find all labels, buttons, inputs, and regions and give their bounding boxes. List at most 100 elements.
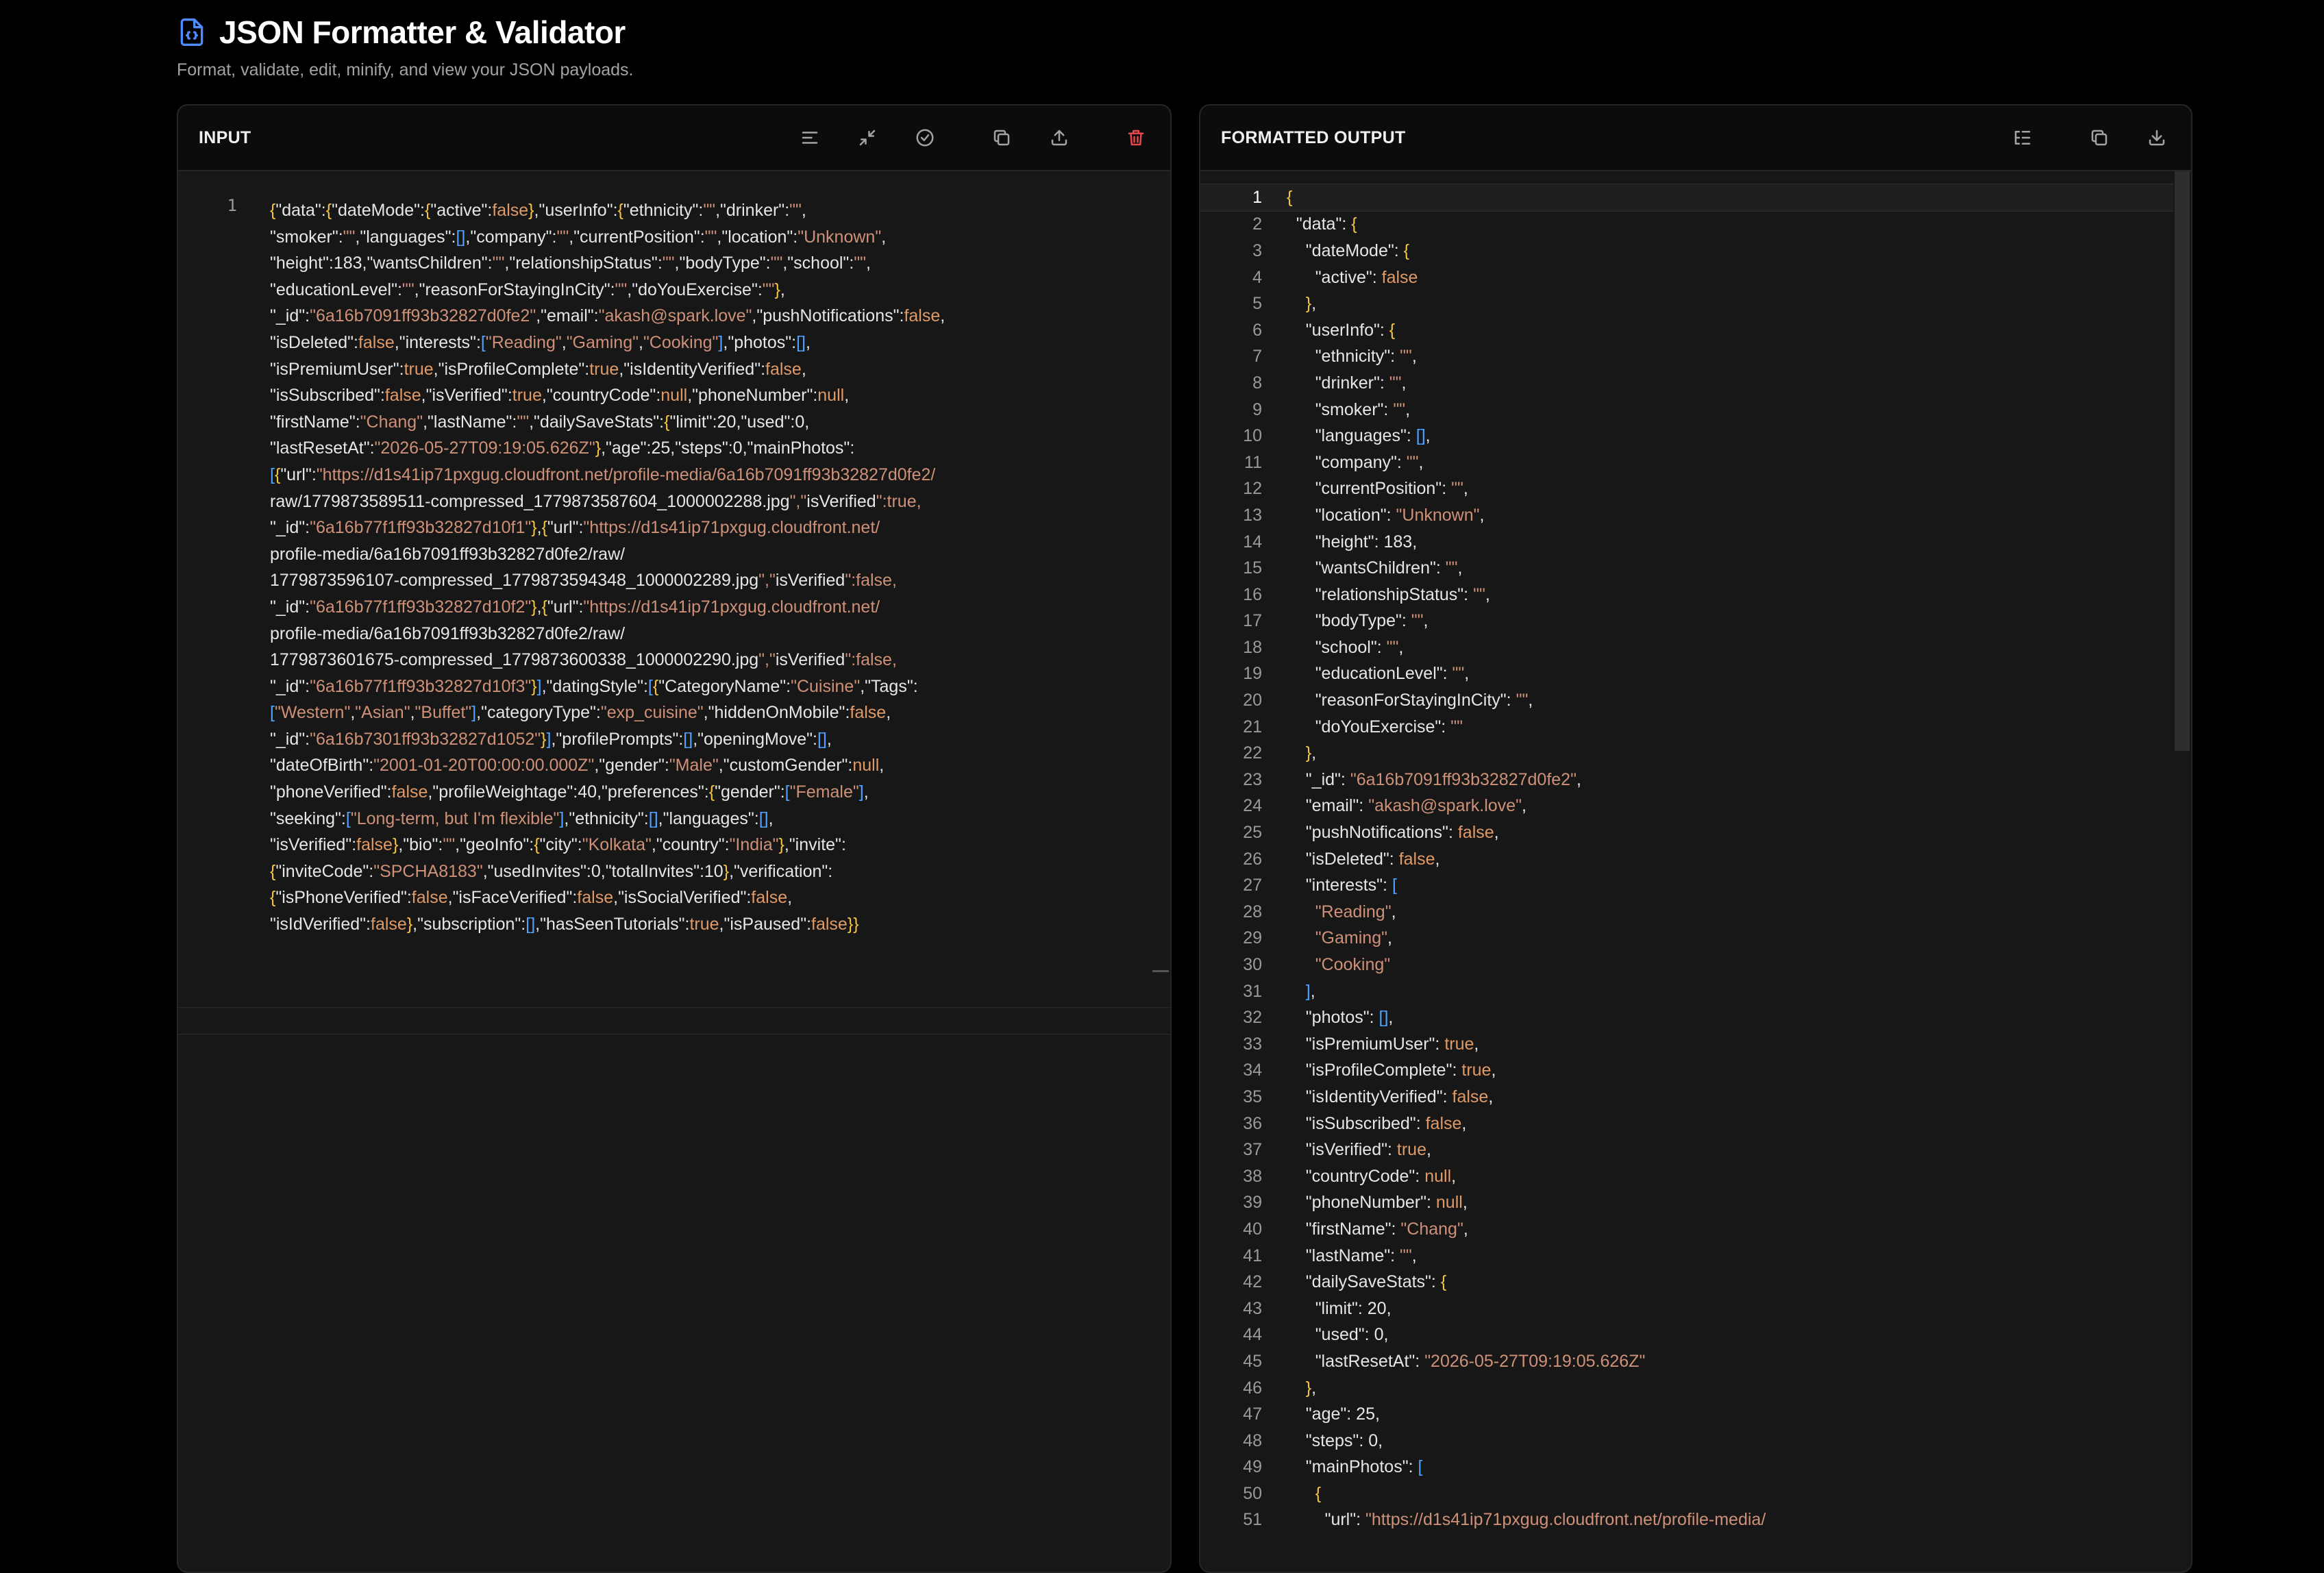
- output-line-number: 22: [1243, 743, 1262, 763]
- output-line-number: 12: [1243, 479, 1262, 499]
- output-line-code: "lastResetAt": "2026-05-27T09:19:05.626Z…: [1315, 1351, 1646, 1371]
- output-line: 24 "email": "akash@spark.love",: [1200, 793, 2173, 820]
- output-code[interactable]: 1{2 "data": {3 "dateMode": {4 "active": …: [1200, 184, 2173, 1533]
- output-line-number: 50: [1243, 1483, 1262, 1503]
- output-line: 13 "location": "Unknown",: [1200, 502, 2173, 529]
- output-line-code: "smoker": "",: [1315, 399, 1411, 419]
- output-line-code: "age": 25,: [1305, 1404, 1380, 1424]
- output-line-number: 47: [1243, 1404, 1262, 1424]
- output-line-number: 49: [1243, 1457, 1262, 1477]
- output-panel-title: FORMATTED OUTPUT: [1221, 127, 1406, 147]
- output-line-code: {: [1287, 187, 1293, 207]
- output-line: 35 "isIdentityVerified": false,: [1200, 1084, 2173, 1111]
- output-line-code: "data": {: [1296, 214, 1357, 234]
- output-line-number: 15: [1243, 558, 1262, 578]
- output-line: 49 "mainPhotos": [: [1200, 1454, 2173, 1481]
- output-line: 45 "lastResetAt": "2026-05-27T09:19:05.6…: [1200, 1348, 2173, 1375]
- download-button[interactable]: [2142, 123, 2172, 153]
- upload-button[interactable]: [1044, 123, 1074, 153]
- output-line-number: 19: [1243, 664, 1262, 684]
- output-line-code: },: [1305, 294, 1317, 314]
- input-editor[interactable]: 1 {"data":{"dateMode":{"active":false},"…: [178, 171, 1170, 1572]
- output-line-number: 13: [1243, 505, 1262, 525]
- input-wrapped-line: ["Western","Asian","Buffet"],"categoryTy…: [270, 703, 891, 723]
- format-button[interactable]: [795, 123, 825, 153]
- output-line-number: 36: [1243, 1113, 1262, 1133]
- output-line-code: "doYouExercise": "": [1315, 717, 1463, 736]
- input-wrapped-line: "_id":"6a16b77f1ff93b32827d10f1"},{"url"…: [270, 518, 880, 538]
- output-line: 2 "data": {: [1200, 212, 2173, 238]
- minify-button[interactable]: [852, 123, 882, 153]
- output-line-code: "_id": "6a16b7091ff93b32827d0fe2",: [1305, 769, 1581, 789]
- output-line: 50 {: [1200, 1481, 2173, 1507]
- output-line-code: "pushNotifications": false,: [1305, 823, 1499, 843]
- output-line: 8 "drinker": "",: [1200, 370, 2173, 397]
- output-line-code: },: [1305, 1378, 1317, 1398]
- output-line-number: 39: [1243, 1193, 1262, 1213]
- output-line-number: 45: [1243, 1351, 1262, 1371]
- copy-output-button[interactable]: [2084, 123, 2114, 153]
- title-row: JSON Formatter & Validator: [177, 14, 633, 51]
- tree-view-button[interactable]: [2007, 123, 2038, 153]
- input-line-number: 1: [227, 196, 237, 215]
- input-wrapped-line: "isVerified":false},"bio":"","geoInfo":{…: [270, 835, 846, 855]
- output-line-number: 18: [1243, 637, 1262, 657]
- output-line: 28 "Reading",: [1200, 899, 2173, 926]
- output-line-number: 24: [1243, 796, 1262, 816]
- output-line: 33 "isPremiumUser": true,: [1200, 1031, 2173, 1058]
- output-line: 43 "limit": 20,: [1200, 1296, 2173, 1322]
- output-line-number: 51: [1243, 1510, 1262, 1530]
- output-line: 41 "lastName": "",: [1200, 1243, 2173, 1269]
- input-wrapped-line: "dateOfBirth":"2001-01-20T00:00:00.000Z"…: [270, 756, 885, 776]
- output-line-number: 4: [1252, 267, 1262, 287]
- output-line-code: "ethnicity": "",: [1315, 347, 1417, 367]
- output-line-code: "isDeleted": false,: [1305, 849, 1440, 869]
- output-line: 10 "languages": [],: [1200, 423, 2173, 449]
- output-line-number: 32: [1243, 1008, 1262, 1028]
- trash-icon: [1128, 129, 1144, 146]
- input-wrapped-line: profile-media/6a16b7091ff93b32827d0fe2/r…: [270, 623, 626, 643]
- output-line-number: 21: [1243, 717, 1262, 736]
- copy-input-button[interactable]: [987, 123, 1017, 153]
- output-editor[interactable]: 1{2 "data": {3 "dateMode": {4 "active": …: [1200, 171, 2191, 1572]
- output-line-number: 1: [1252, 187, 1262, 207]
- output-line: 11 "company": "",: [1200, 449, 2173, 476]
- input-toolbar: [767, 123, 1151, 153]
- validate-button[interactable]: [910, 123, 940, 153]
- output-line: 22 },: [1200, 740, 2173, 767]
- output-line: 29 "Gaming",: [1200, 926, 2173, 952]
- output-line-code: "url": "https://d1s41ip71pxgug.cloudfron…: [1324, 1510, 1766, 1530]
- input-wrapped-line: 1779873601675-compressed_1779873600338_1…: [270, 650, 897, 670]
- input-wrapped-line: {"data":{"dateMode":{"active":false},"us…: [270, 201, 806, 220]
- input-code[interactable]: {"data":{"dateMode":{"active":false},"us…: [270, 171, 1165, 938]
- output-line-number: 26: [1243, 849, 1262, 869]
- output-line: 20 "reasonForStayingInCity": "",: [1200, 687, 2173, 714]
- output-line: 23 "_id": "6a16b7091ff93b32827d0fe2",: [1200, 767, 2173, 793]
- input-wrapped-line: profile-media/6a16b7091ff93b32827d0fe2/r…: [270, 544, 626, 564]
- minify-icon: [859, 129, 876, 146]
- input-wrapped-line: "isSubscribed":false,"isVerified":true,"…: [270, 386, 850, 406]
- clear-input-button[interactable]: [1121, 123, 1151, 153]
- input-wrapped-line: "_id":"6a16b77f1ff93b32827d10f3"}],"dati…: [270, 676, 918, 696]
- output-line-code: "isPremiumUser": true,: [1305, 1034, 1479, 1054]
- output-line: 32 "photos": [],: [1200, 1004, 2173, 1031]
- output-line-number: 2: [1252, 214, 1262, 234]
- output-scrollbar[interactable]: [2175, 171, 2190, 751]
- output-line-number: 43: [1243, 1298, 1262, 1318]
- output-line: 1{: [1200, 184, 2173, 212]
- output-line: 19 "educationLevel": "",: [1200, 661, 2173, 688]
- output-line-number: 27: [1243, 876, 1262, 895]
- output-line: 16 "relationshipStatus": "",: [1200, 582, 2173, 608]
- output-line: 18 "school": "",: [1200, 634, 2173, 661]
- output-line: 44 "used": 0,: [1200, 1322, 2173, 1349]
- input-wrapped-line: {"isPhoneVerified":false,"isFaceVerified…: [270, 888, 793, 908]
- output-line-number: 42: [1243, 1272, 1262, 1292]
- output-line: 21 "doYouExercise": "": [1200, 714, 2173, 741]
- format-icon: [802, 132, 818, 144]
- output-line-code: "countryCode": null,: [1305, 1166, 1457, 1186]
- input-wrapped-line: "phoneVerified":false,"profileWeightage"…: [270, 782, 869, 802]
- page-title: JSON Formatter & Validator: [219, 14, 626, 50]
- input-wrapped-line: "_id":"6a16b77f1ff93b32827d10f2"},{"url"…: [270, 597, 880, 617]
- output-line: 9 "smoker": "",: [1200, 397, 2173, 423]
- output-line: 30 "Cooking": [1200, 952, 2173, 978]
